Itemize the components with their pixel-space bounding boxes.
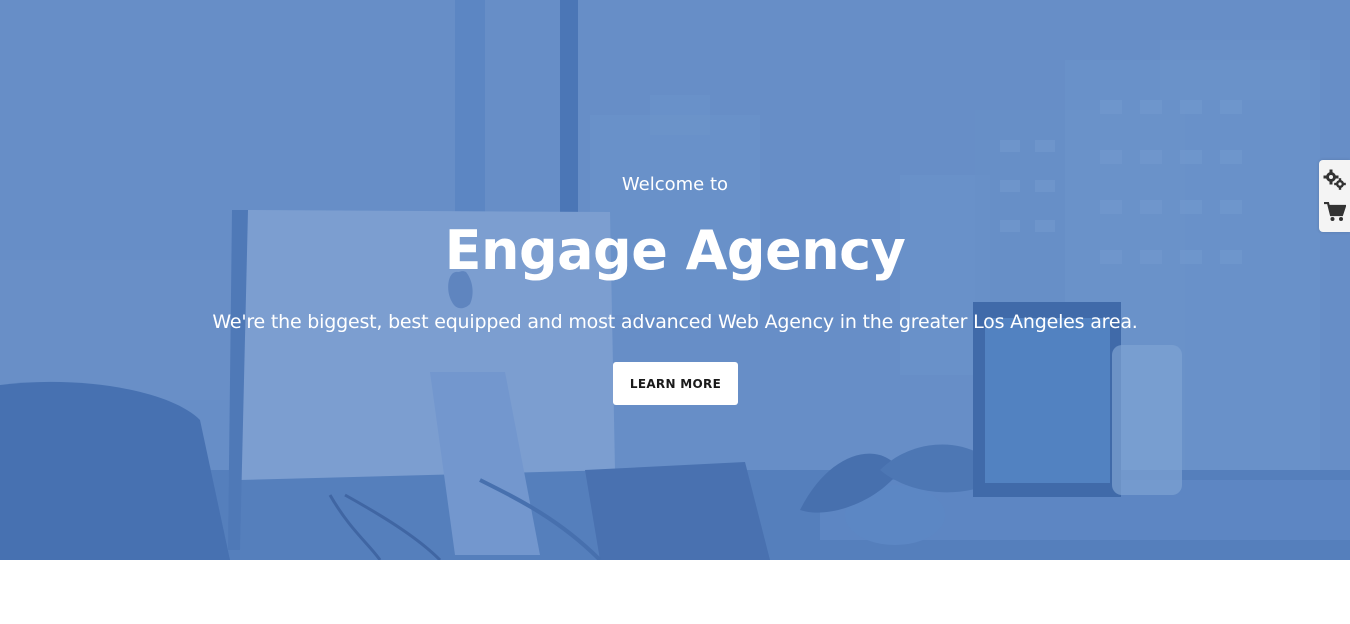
gears-icon	[1323, 169, 1346, 190]
shopping-cart-icon	[1323, 202, 1346, 221]
learn-more-button[interactable]: LEARN MORE	[613, 362, 738, 405]
hero-content: Welcome to Engage Agency We're the bigge…	[0, 0, 1350, 560]
settings-toggle-button[interactable]	[1319, 164, 1350, 196]
side-toolbar	[1319, 160, 1350, 232]
hero-subtitle: We're the biggest, best equipped and mos…	[212, 311, 1138, 333]
hero-welcome-text: Welcome to	[621, 174, 729, 195]
cart-button[interactable]	[1319, 196, 1350, 228]
hero-title: Engage Agency	[444, 219, 906, 282]
page-body-start	[0, 560, 1350, 624]
hero-section: Welcome to Engage Agency We're the bigge…	[0, 0, 1350, 560]
